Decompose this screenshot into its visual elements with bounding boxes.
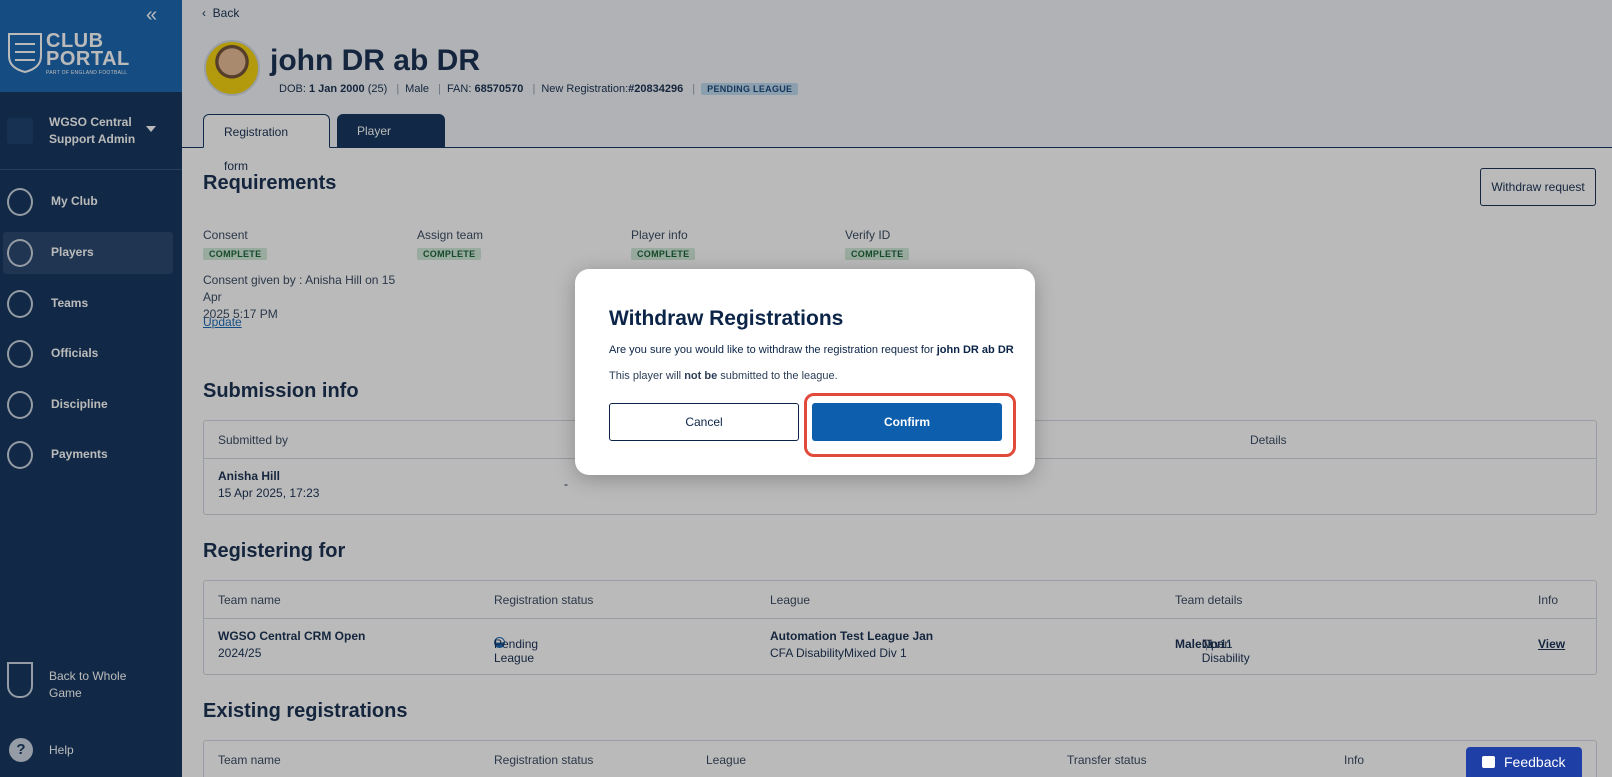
modal-title: Withdraw Registrations [609,307,844,330]
modal-note: This player will not be submitted to the… [609,370,838,382]
confirm-button[interactable]: Confirm [812,403,1002,441]
withdraw-modal: Withdraw Registrations Are you sure you … [575,269,1035,475]
feedback-icon [1482,756,1495,768]
modal-question: Are you sure you would like to withdraw … [609,344,1014,356]
feedback-button[interactable]: Feedback [1466,747,1582,777]
cancel-button[interactable]: Cancel [609,403,799,441]
